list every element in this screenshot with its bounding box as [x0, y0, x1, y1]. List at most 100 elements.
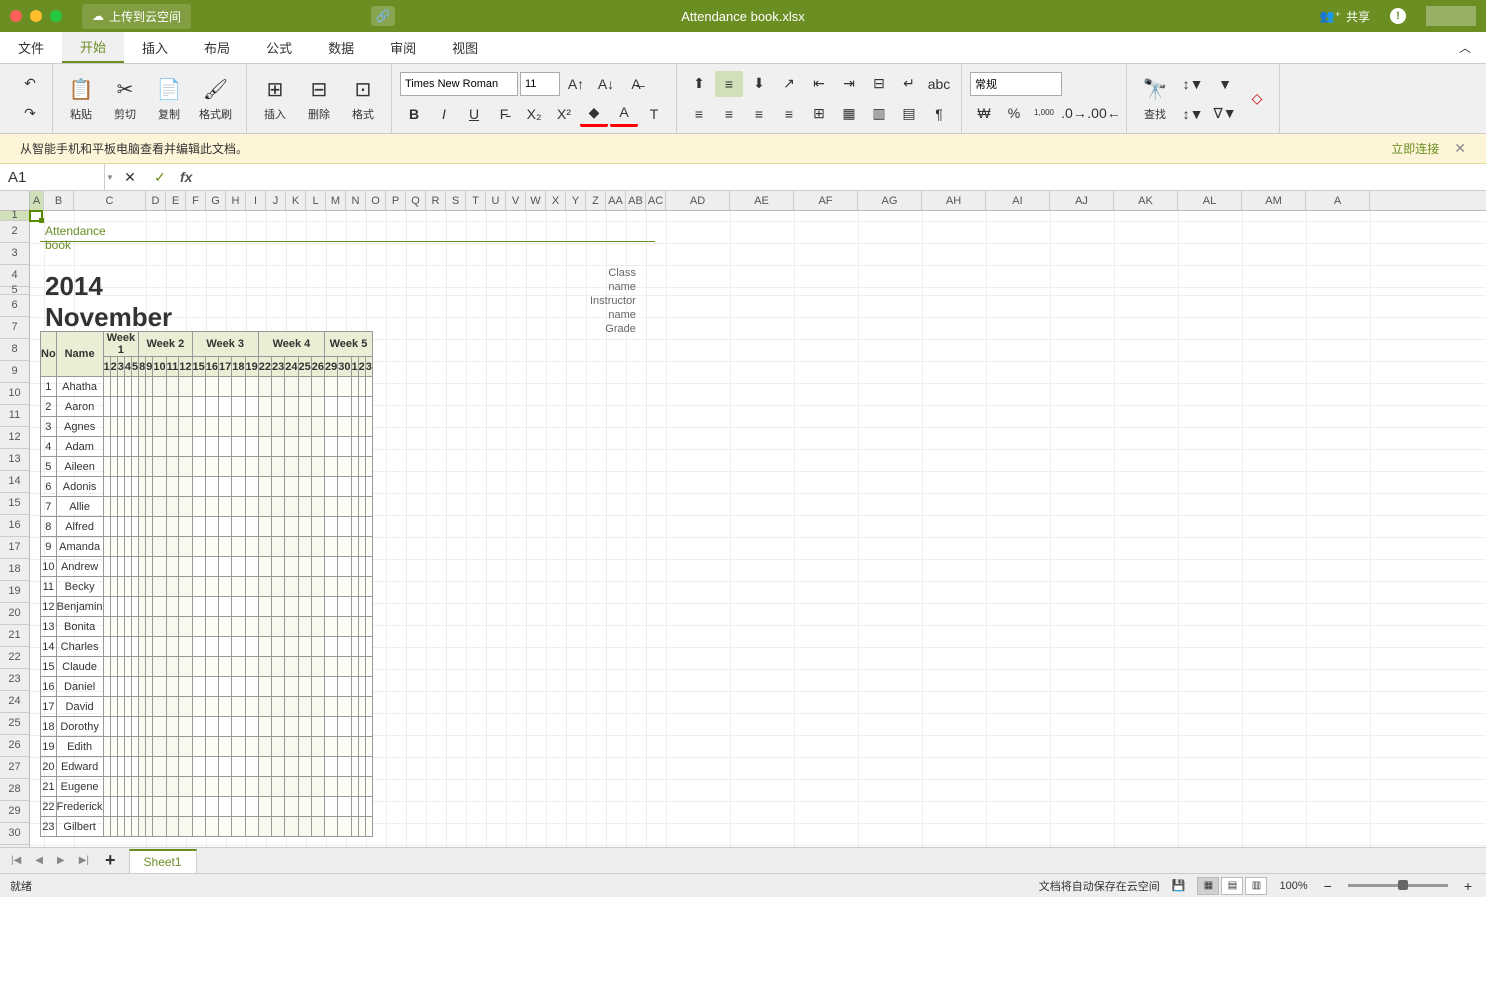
menu-开始[interactable]: 开始	[62, 32, 124, 63]
name-box[interactable]: A1	[0, 164, 105, 190]
link-button[interactable]: 🔗	[371, 6, 395, 26]
attendance-cell[interactable]	[245, 397, 258, 417]
attendance-cell[interactable]	[358, 477, 365, 497]
attendance-cell[interactable]	[132, 617, 139, 637]
banner-link[interactable]: 立即连接	[1391, 140, 1439, 157]
attendance-cell[interactable]	[285, 637, 298, 657]
attendance-cell[interactable]	[219, 597, 232, 617]
comma-button[interactable]: 1,000	[1030, 100, 1058, 126]
attendance-cell[interactable]	[132, 537, 139, 557]
attendance-cell[interactable]	[351, 757, 358, 777]
attendance-cell[interactable]	[232, 737, 245, 757]
attendance-cell[interactable]	[192, 677, 205, 697]
align-top-button[interactable]: ⬆	[685, 71, 713, 97]
row-header-12[interactable]: 12	[0, 427, 29, 449]
attendance-cell[interactable]	[139, 797, 146, 817]
attendance-cell[interactable]	[338, 817, 351, 837]
col-header-AF[interactable]: AF	[794, 191, 858, 210]
attendance-cell[interactable]	[219, 477, 232, 497]
attendance-cell[interactable]	[124, 577, 131, 597]
view-break-button[interactable]: ▥	[1245, 877, 1267, 895]
attendance-cell[interactable]	[245, 717, 258, 737]
attendance-cell[interactable]	[298, 637, 311, 657]
attendance-cell[interactable]	[272, 597, 285, 617]
attendance-cell[interactable]	[365, 457, 372, 477]
row-header-6[interactable]: 6	[0, 295, 29, 317]
attendance-cell[interactable]	[103, 697, 110, 717]
attendance-cell[interactable]	[311, 717, 324, 737]
attendance-cell[interactable]	[285, 617, 298, 637]
col-header-Z[interactable]: Z	[586, 191, 606, 210]
increase-indent-button[interactable]: ⇥	[835, 71, 863, 97]
attendance-cell[interactable]	[132, 717, 139, 737]
attendance-cell[interactable]	[110, 597, 117, 617]
attendance-cell[interactable]	[132, 777, 139, 797]
attendance-cell[interactable]	[272, 817, 285, 837]
banner-close-button[interactable]: ✕	[1454, 140, 1466, 157]
attendance-cell[interactable]	[192, 697, 205, 717]
attendance-cell[interactable]	[179, 477, 192, 497]
attendance-cell[interactable]	[272, 657, 285, 677]
attendance-cell[interactable]	[358, 757, 365, 777]
attendance-cell[interactable]	[192, 537, 205, 557]
sort2-button[interactable]: ↕▼	[1179, 101, 1207, 127]
attendance-cell[interactable]	[351, 497, 358, 517]
attendance-cell[interactable]	[351, 817, 358, 837]
attendance-cell[interactable]	[365, 657, 372, 677]
attendance-cell[interactable]	[110, 497, 117, 517]
shrink-font-button[interactable]: A↓	[592, 71, 620, 97]
attendance-cell[interactable]	[338, 397, 351, 417]
share-button[interactable]: 👥⁺ 共享	[1320, 8, 1370, 25]
attendance-cell[interactable]	[272, 557, 285, 577]
attendance-cell[interactable]	[219, 617, 232, 637]
col-header-Q[interactable]: Q	[406, 191, 426, 210]
attendance-cell[interactable]	[132, 437, 139, 457]
attendance-cell[interactable]	[338, 417, 351, 437]
attendance-cell[interactable]	[205, 577, 218, 597]
attendance-cell[interactable]	[358, 677, 365, 697]
attendance-cell[interactable]	[365, 797, 372, 817]
attendance-cell[interactable]	[146, 717, 153, 737]
attendance-cell[interactable]	[192, 417, 205, 437]
attendance-cell[interactable]	[146, 537, 153, 557]
attendance-cell[interactable]	[298, 817, 311, 837]
attendance-cell[interactable]	[325, 637, 338, 657]
attendance-cell[interactable]	[245, 657, 258, 677]
attendance-cell[interactable]	[351, 737, 358, 757]
align-center-button[interactable]: ≡	[715, 101, 743, 127]
attendance-cell[interactable]	[179, 797, 192, 817]
attendance-cell[interactable]	[110, 717, 117, 737]
attendance-cell[interactable]	[139, 657, 146, 677]
row-header-28[interactable]: 28	[0, 779, 29, 801]
attendance-cell[interactable]	[110, 757, 117, 777]
attendance-cell[interactable]	[358, 377, 365, 397]
attendance-cell[interactable]	[338, 657, 351, 677]
attendance-cell[interactable]	[132, 497, 139, 517]
attendance-cell[interactable]	[205, 477, 218, 497]
attendance-cell[interactable]	[325, 657, 338, 677]
col-header-C[interactable]: C	[74, 191, 146, 210]
filter-button[interactable]: ▼	[1211, 71, 1239, 97]
attendance-cell[interactable]	[358, 577, 365, 597]
attendance-cell[interactable]	[311, 737, 324, 757]
attendance-cell[interactable]	[117, 817, 124, 837]
attendance-cell[interactable]	[103, 777, 110, 797]
attendance-cell[interactable]	[358, 497, 365, 517]
attendance-cell[interactable]	[325, 457, 338, 477]
attendance-cell[interactable]	[132, 657, 139, 677]
zoom-in-button[interactable]: +	[1460, 878, 1476, 894]
attendance-cell[interactable]	[245, 737, 258, 757]
attendance-cell[interactable]	[358, 697, 365, 717]
attendance-cell[interactable]	[192, 737, 205, 757]
attendance-cell[interactable]	[258, 757, 271, 777]
attendance-cell[interactable]	[103, 757, 110, 777]
attendance-cell[interactable]	[117, 557, 124, 577]
attendance-cell[interactable]	[358, 637, 365, 657]
col-header-B[interactable]: B	[44, 191, 74, 210]
attendance-cell[interactable]	[285, 397, 298, 417]
attendance-cell[interactable]	[179, 577, 192, 597]
bold-button[interactable]: B	[400, 101, 428, 127]
attendance-cell[interactable]	[219, 657, 232, 677]
attendance-cell[interactable]	[232, 457, 245, 477]
redo-button[interactable]: ↷	[16, 101, 44, 127]
